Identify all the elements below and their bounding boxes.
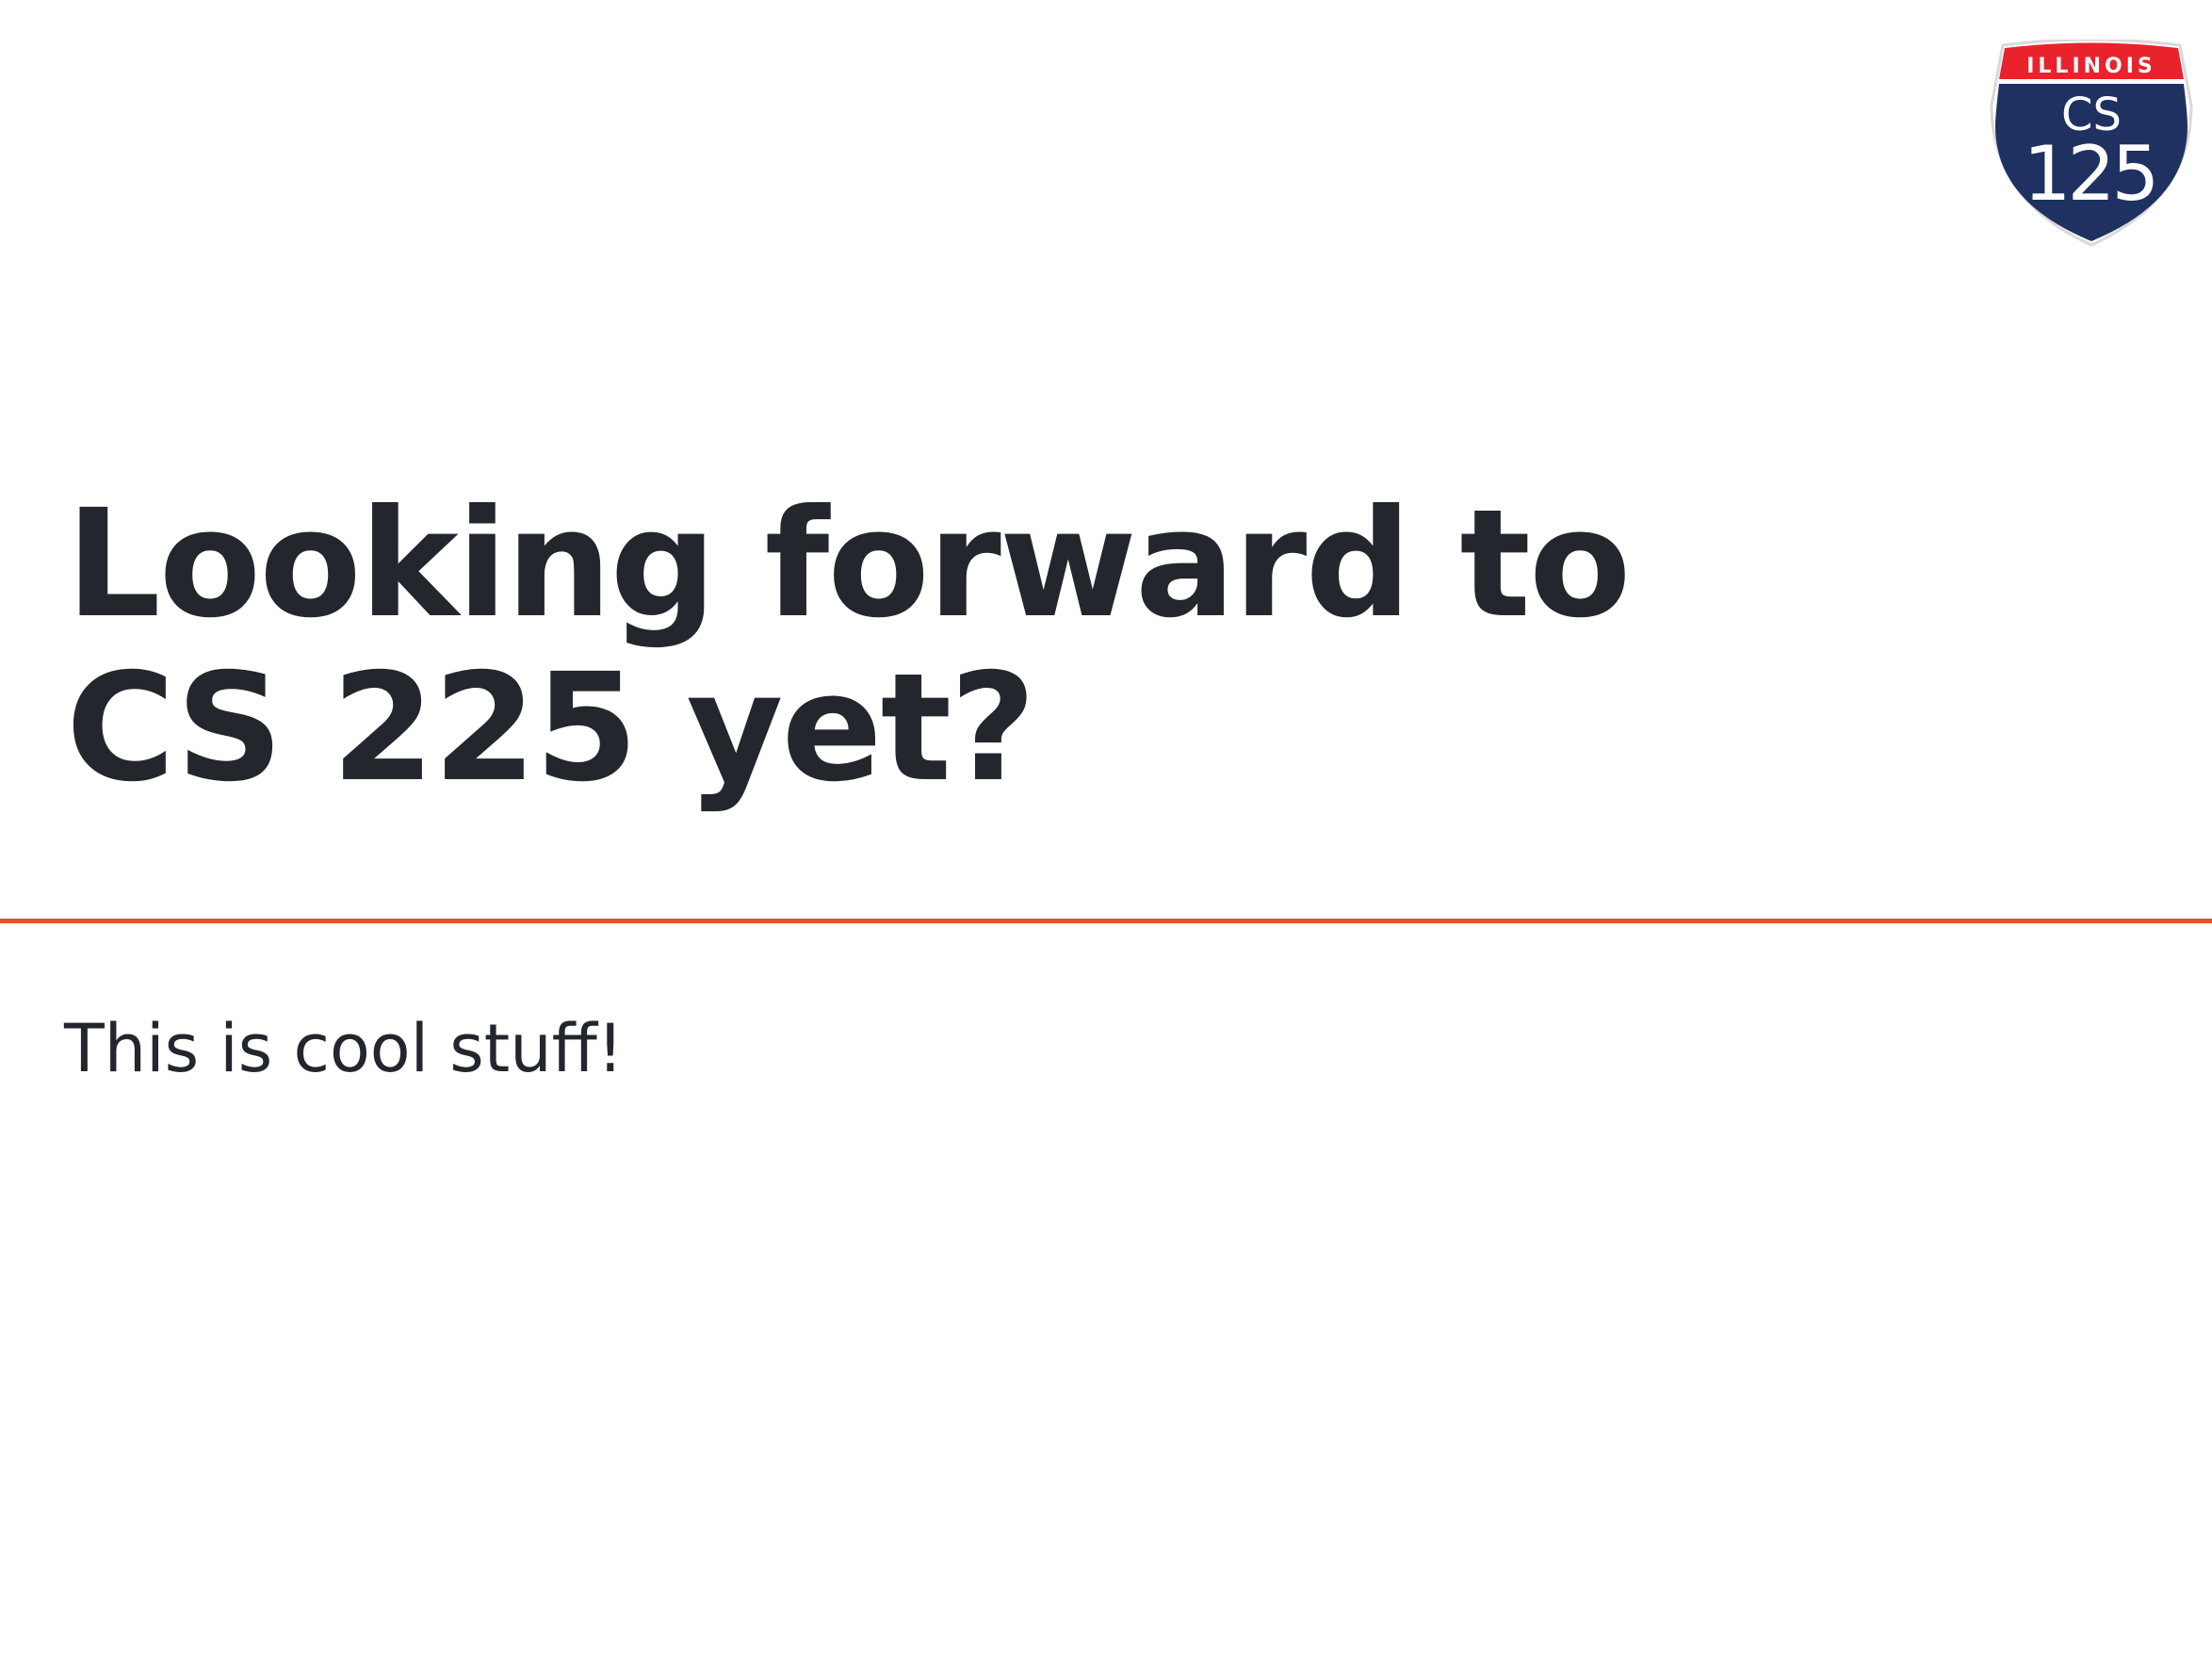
slide-body-text: This is cool stuff! <box>64 1010 624 1087</box>
shield-line2-text: 125 <box>2024 130 2156 218</box>
shield-banner-text: ILLINOIS <box>2026 55 2156 78</box>
title-divider <box>0 919 2212 923</box>
interstate-shield-icon: ILLINOIS CS 125 <box>1990 40 2193 247</box>
cs125-shield-logo: ILLINOIS CS 125 <box>1990 40 2193 249</box>
slide: ILLINOIS CS 125 Looking forward to CS 22… <box>0 0 2212 1661</box>
slide-title: Looking forward to CS 225 yet? <box>66 478 1632 815</box>
